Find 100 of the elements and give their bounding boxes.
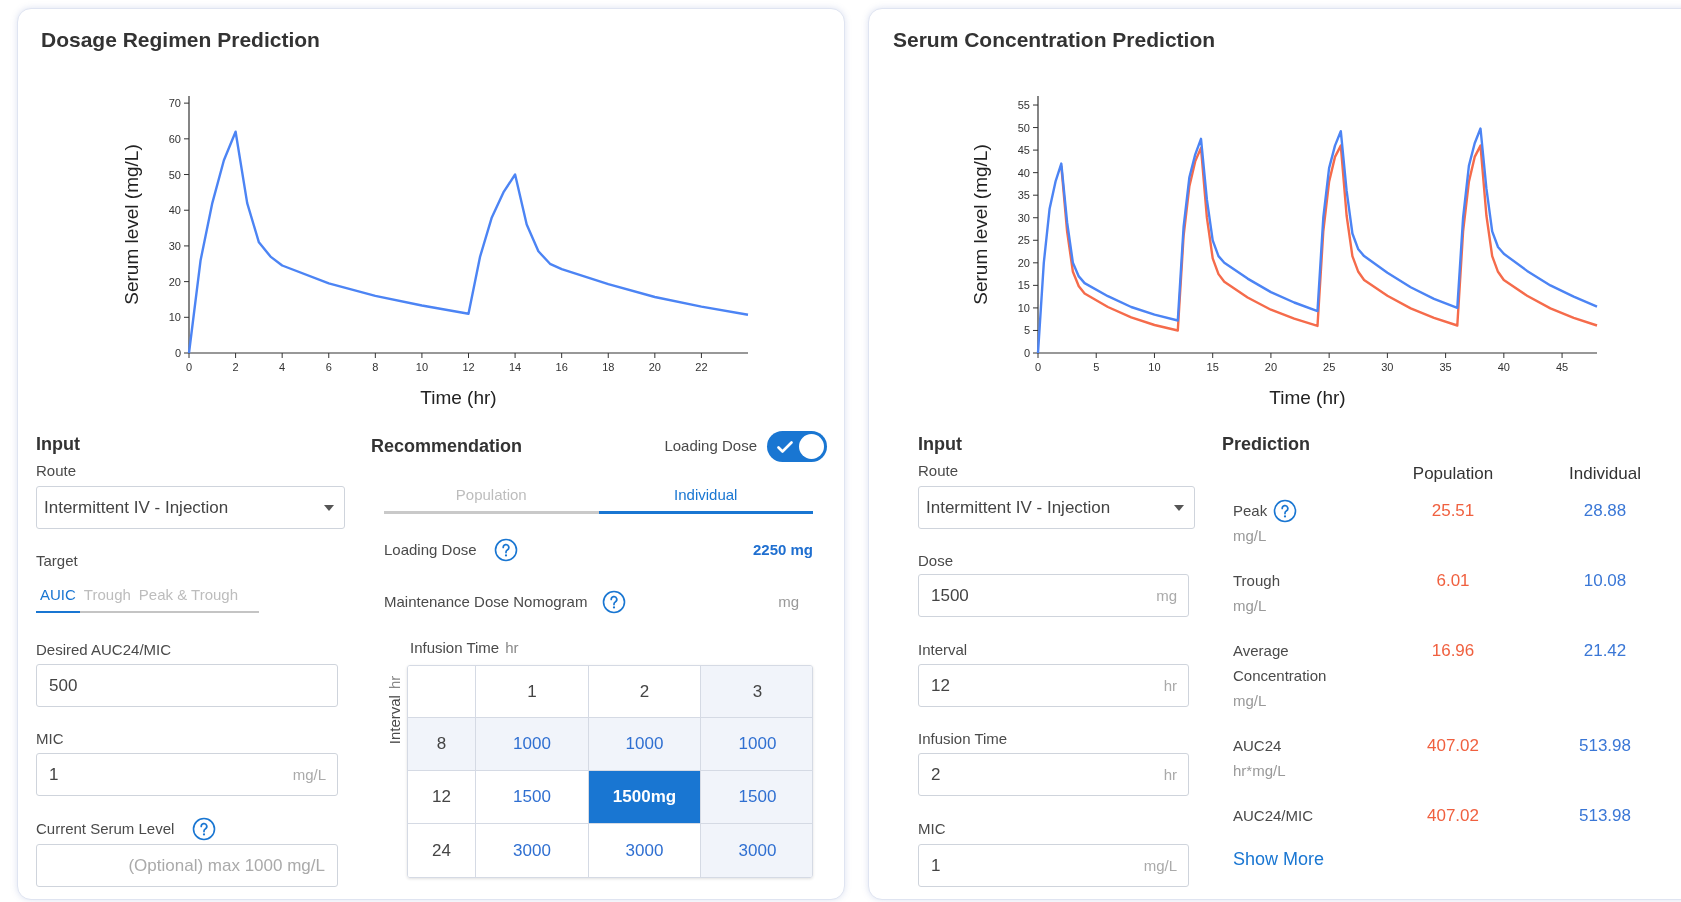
field-label: Dose: [918, 552, 955, 570]
dose-cell[interactable]: 1500mg: [589, 771, 701, 824]
population-value: 407.02: [1426, 805, 1480, 827]
unit-label: mg: [778, 591, 799, 612]
row-header: 8: [408, 718, 476, 771]
section-heading: Recommendation: [371, 435, 523, 457]
section-heading: Input: [918, 433, 963, 455]
unit-label: hr: [384, 675, 404, 690]
population-value: 25.51: [1430, 500, 1476, 522]
dose-cell[interactable]: 3000: [589, 824, 701, 877]
tick-label: 35: [1439, 361, 1452, 373]
field-label: MIC: [918, 820, 947, 838]
tick-label: 22: [695, 361, 708, 373]
card-title: Dosage Regimen Prediction: [41, 27, 320, 53]
tick-label: 15: [1017, 279, 1030, 292]
card-title: Serum Concentration Prediction: [893, 27, 1216, 53]
help-icon[interactable]: [1273, 498, 1298, 523]
individual-value: 10.08: [1582, 570, 1628, 592]
tick-label: 14: [508, 361, 522, 373]
tick-label: 40: [1497, 361, 1510, 373]
column-header: Population: [1411, 463, 1495, 485]
dose-cell[interactable]: 3000: [476, 824, 589, 877]
metric-name: AUC24/MIC: [1233, 806, 1314, 826]
help-icon[interactable]: [602, 590, 627, 614]
tick-label: 50: [1017, 121, 1030, 134]
axis-title: Serum level (mg/L): [121, 144, 142, 305]
tick-label: 45: [1555, 361, 1569, 373]
field-label: Maintenance Dose Nomogram: [384, 591, 588, 612]
column-header: 1: [476, 666, 589, 718]
unit-label: mg: [1156, 585, 1177, 606]
tick-label: 20: [1017, 256, 1030, 269]
unit-label: hr: [505, 638, 519, 658]
individual-value: 21.42: [1582, 640, 1628, 662]
tick-label: 20: [648, 361, 661, 373]
population-value: 6.01: [1435, 570, 1471, 592]
field-label: Target: [36, 552, 79, 570]
tick-label: 45: [1017, 144, 1030, 157]
check-icon: [777, 440, 793, 453]
tick-label: 18: [602, 361, 615, 373]
tick-label: 0: [185, 361, 193, 373]
show-more-link[interactable]: Show More: [1233, 846, 1325, 873]
individual-value: 513.98: [1578, 805, 1632, 827]
metric-name: Trough: [1233, 571, 1280, 591]
tick-label: 10: [1148, 361, 1161, 373]
dose-cell[interactable]: 3000: [701, 824, 812, 877]
tick-label: 25: [1323, 361, 1336, 373]
tick-label: 50: [168, 168, 181, 181]
tick-label: 15: [1206, 361, 1219, 373]
result-tab[interactable]: Individual: [598, 479, 813, 514]
axis-title: Serum level (mg/L): [970, 144, 991, 305]
tick-label: 30: [1017, 211, 1030, 224]
toggle-label: Loading Dose: [664, 435, 757, 456]
tick-label: 5: [1093, 361, 1100, 373]
dose-cell[interactable]: 1500: [476, 771, 589, 824]
tick-label: 4: [279, 361, 286, 373]
field-label: Route: [36, 462, 78, 480]
route-select[interactable]: Intermittent IV - Injection: [918, 486, 1195, 529]
tick-label: 0: [1023, 347, 1030, 359]
row-header: 12: [408, 771, 476, 824]
tick-label: 20: [1264, 361, 1278, 373]
section-heading: Input: [36, 433, 81, 455]
input-field[interactable]: (Optional) max 1000 mg/L: [36, 844, 338, 887]
tick-label: 10: [168, 311, 181, 324]
tick-label: 30: [1381, 361, 1394, 373]
axis-label: Interval: [384, 695, 404, 745]
dose-cell[interactable]: 1000: [701, 718, 812, 771]
field-label: Infusion Time: [918, 730, 1009, 748]
unit-label: hr*mg/L: [1233, 761, 1286, 781]
dose-value: 2250 mg: [752, 539, 813, 560]
help-icon[interactable]: [493, 538, 518, 562]
metric-name: AUC24: [1233, 736, 1282, 756]
field-label: Loading Dose: [384, 539, 477, 560]
unit-label: mg/L: [1233, 596, 1267, 616]
dose-cell[interactable]: 1500: [701, 771, 812, 824]
tick-label: 35: [1017, 189, 1030, 202]
loading-dose-toggle[interactable]: [767, 430, 827, 462]
unit-label: mg/L: [1233, 526, 1267, 546]
field-label: Route: [918, 462, 960, 480]
tick-label: 2: [232, 361, 239, 373]
unit-label: hr: [1163, 675, 1177, 696]
tick-label: 8: [372, 361, 379, 373]
tick-label: 60: [168, 132, 181, 145]
axis-title: Time (hr): [420, 387, 497, 408]
tick-label: 0: [174, 347, 181, 359]
dose-cell[interactable]: 1000: [589, 718, 701, 771]
tick-label: 10: [1017, 301, 1030, 314]
help-icon[interactable]: [192, 817, 217, 841]
caret-icon: [1174, 504, 1184, 511]
population-value: 16.96: [1430, 640, 1476, 662]
route-select[interactable]: Intermittent IV - Injection: [36, 486, 345, 529]
dose-cell[interactable]: 1000: [476, 718, 589, 771]
individual-value: 513.98: [1578, 735, 1632, 757]
field-label: Current Serum Level: [36, 820, 175, 838]
target-tab[interactable]: AUIC: [36, 580, 80, 613]
individual-value: 28.88: [1582, 500, 1628, 522]
column-header: 2: [589, 666, 701, 718]
input-field[interactable]: 500: [36, 664, 338, 707]
tick-label: 12: [462, 361, 475, 373]
caret-icon: [324, 504, 334, 511]
metric-name: Peak: [1233, 501, 1268, 521]
